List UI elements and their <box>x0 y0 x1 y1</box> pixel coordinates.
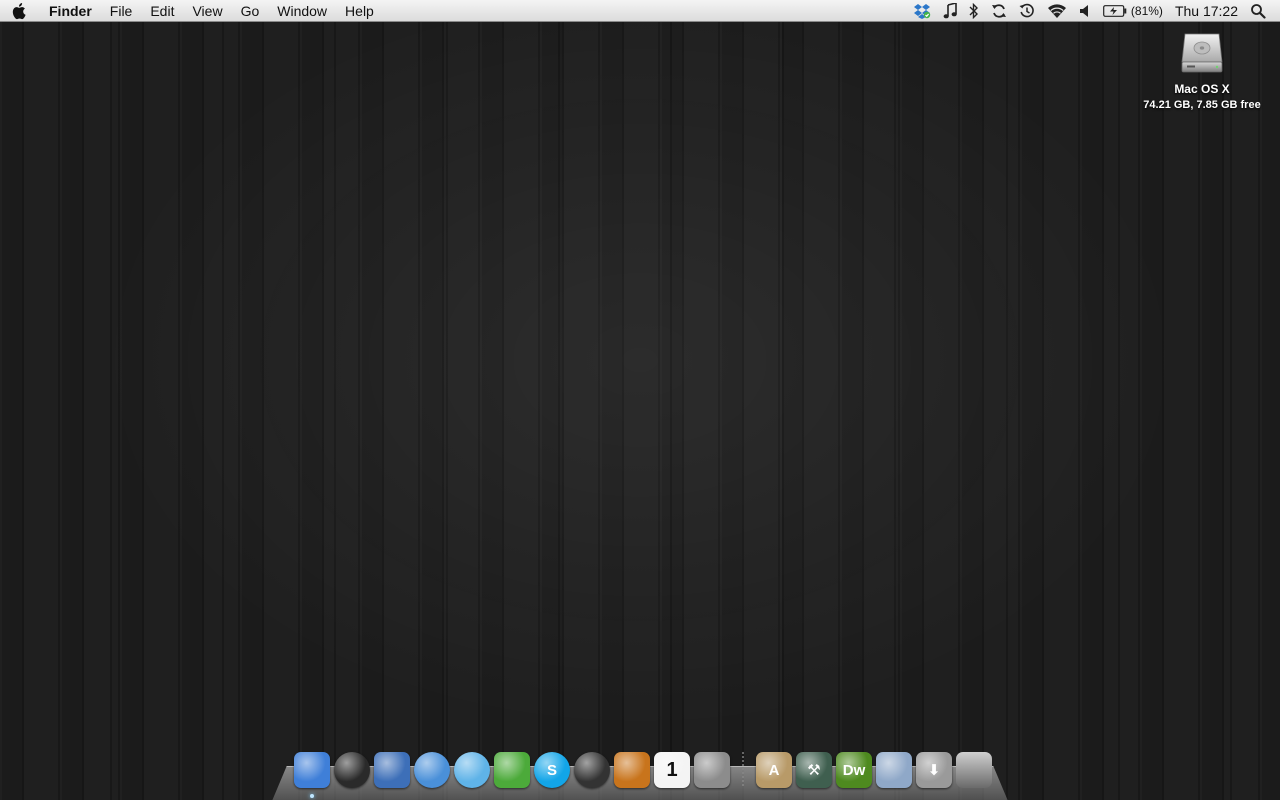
running-indicator <box>310 794 314 798</box>
downloads-stack-icon[interactable]: ⬇ <box>916 752 952 788</box>
bluetooth-icon[interactable] <box>963 0 985 22</box>
menu-left: Finder File Edit View Go Window Help <box>0 0 383 22</box>
applications-stack-glyph: A <box>768 761 780 779</box>
menu-bar: Finder File Edit View Go Window Help (81… <box>0 0 1280 22</box>
downloads-stack-glyph: ⬇ <box>927 761 941 779</box>
volume-icon[interactable] <box>1073 0 1097 22</box>
drive-name: Mac OS X <box>1174 82 1230 96</box>
menu-window[interactable]: Window <box>268 0 336 22</box>
itunes-icon[interactable] <box>454 752 490 788</box>
system-preferences-icon[interactable] <box>694 752 730 788</box>
menu-app-name[interactable]: Finder <box>40 0 101 22</box>
apple-menu-icon[interactable] <box>0 0 40 22</box>
menu-extras: (81%) Thu 17:22 <box>907 0 1280 22</box>
spotlight-icon[interactable] <box>1244 0 1272 22</box>
menu-view[interactable]: View <box>183 0 231 22</box>
ical-icon[interactable]: 1 <box>654 752 690 788</box>
menu-edit[interactable]: Edit <box>141 0 183 22</box>
music-note-icon[interactable] <box>937 0 963 22</box>
adium-icon[interactable] <box>494 752 530 788</box>
battery-status[interactable]: (81%) <box>1097 0 1169 22</box>
trash-icon[interactable] <box>956 752 992 788</box>
desktop-drive[interactable]: Mac OS X 74.21 GB, 7.85 GB free <box>1142 30 1262 111</box>
battery-percent: (81%) <box>1130 3 1163 18</box>
utilities-stack-icon[interactable]: ⚒ <box>796 752 832 788</box>
skype-icon[interactable]: S <box>534 752 570 788</box>
skype-glyph: S <box>546 761 557 779</box>
ical-glyph: 1 <box>666 759 678 781</box>
menu-go[interactable]: Go <box>232 0 269 22</box>
hard-drive-icon <box>1179 30 1225 76</box>
dreamweaver-glyph: Dw <box>842 761 866 779</box>
menu-file[interactable]: File <box>101 0 142 22</box>
dreamweaver-icon[interactable]: Dw <box>836 752 872 788</box>
menu-clock[interactable]: Thu 17:22 <box>1169 0 1244 22</box>
dropbox-icon[interactable] <box>907 0 937 22</box>
dock: S 1 A ⚒ Dw ⬇ <box>292 748 994 798</box>
documents-folder-icon[interactable] <box>876 752 912 788</box>
finder-icon[interactable] <box>294 752 330 798</box>
dock-separator[interactable] <box>742 752 744 788</box>
battery-icon <box>1103 4 1127 17</box>
mail-icon[interactable] <box>374 752 410 788</box>
wifi-icon[interactable] <box>1041 0 1073 22</box>
utilities-stack-glyph: ⚒ <box>807 761 821 779</box>
iphoto-icon[interactable] <box>614 752 650 788</box>
drive-info: 74.21 GB, 7.85 GB free <box>1143 99 1261 111</box>
dashboard-icon[interactable] <box>334 752 370 788</box>
safari-icon[interactable] <box>414 752 450 788</box>
sync-icon[interactable] <box>985 0 1013 22</box>
menu-help[interactable]: Help <box>336 0 383 22</box>
time-machine-icon[interactable] <box>1013 0 1041 22</box>
applications-stack-icon[interactable]: A <box>756 752 792 788</box>
time-machine-dock-icon[interactable] <box>574 752 610 788</box>
